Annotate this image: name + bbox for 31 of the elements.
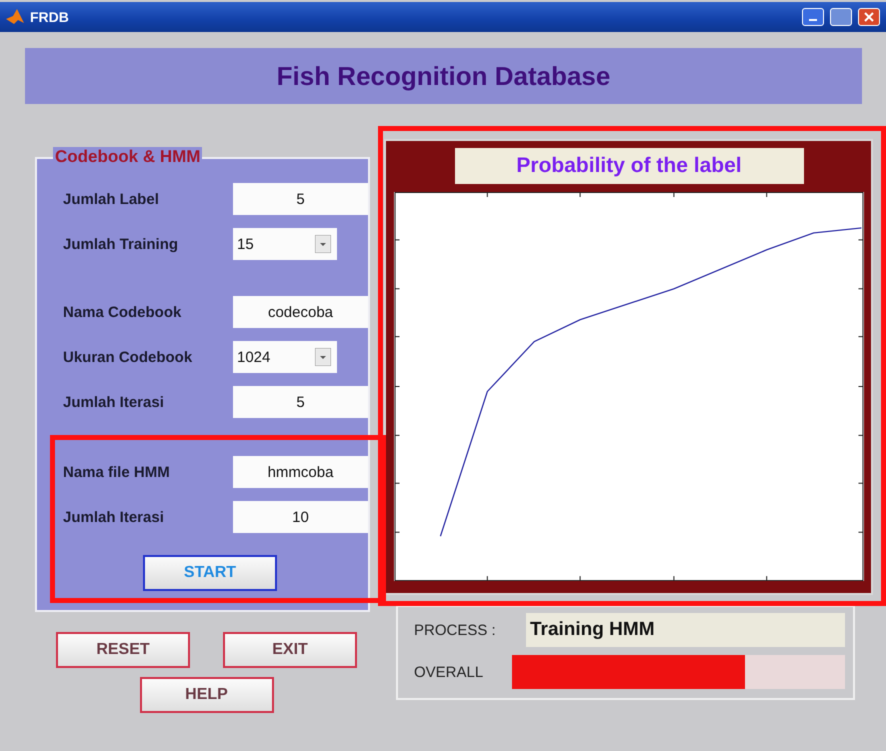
- app-title: Fish Recognition Database: [276, 60, 610, 92]
- process-status: Training HMM: [526, 613, 845, 647]
- dropdown-arrow-icon: [315, 235, 331, 253]
- minimize-button[interactable]: [802, 8, 824, 26]
- input-field[interactable]: 10: [233, 501, 368, 533]
- window-title: FRDB: [30, 9, 70, 25]
- input-field[interactable]: codecoba: [233, 296, 368, 328]
- field-label: Nama Codebook: [63, 304, 182, 320]
- action-button[interactable]: RESET: [56, 632, 190, 668]
- input-field[interactable]: hmmcoba: [233, 456, 368, 488]
- app-icon: [6, 9, 24, 25]
- action-button[interactable]: HELP: [140, 677, 274, 713]
- field-label: Jumlah Label: [63, 190, 160, 208]
- input-field[interactable]: 5: [233, 386, 368, 418]
- close-icon: [864, 12, 874, 22]
- plot-title: Probability of the label: [454, 148, 804, 184]
- field-label: Jumlah Iterasi: [63, 508, 165, 526]
- action-button[interactable]: EXIT: [223, 632, 357, 668]
- field-label: Nama file HMM: [63, 464, 171, 480]
- dropdown-arrow-icon: [315, 348, 331, 366]
- overall-label: OVERALL: [414, 664, 484, 680]
- minimize-icon: [809, 19, 817, 21]
- process-label: PROCESS :: [414, 622, 497, 638]
- dropdown[interactable]: 15: [233, 228, 337, 260]
- field-label: Jumlah Iterasi: [63, 394, 165, 410]
- dropdown[interactable]: 1024: [233, 341, 337, 373]
- maximize-button[interactable]: [830, 8, 852, 26]
- field-label: Ukuran Codebook: [63, 348, 194, 366]
- input-field[interactable]: 5: [233, 183, 368, 215]
- close-button[interactable]: [858, 8, 880, 26]
- field-label: Jumlah Training: [63, 236, 180, 252]
